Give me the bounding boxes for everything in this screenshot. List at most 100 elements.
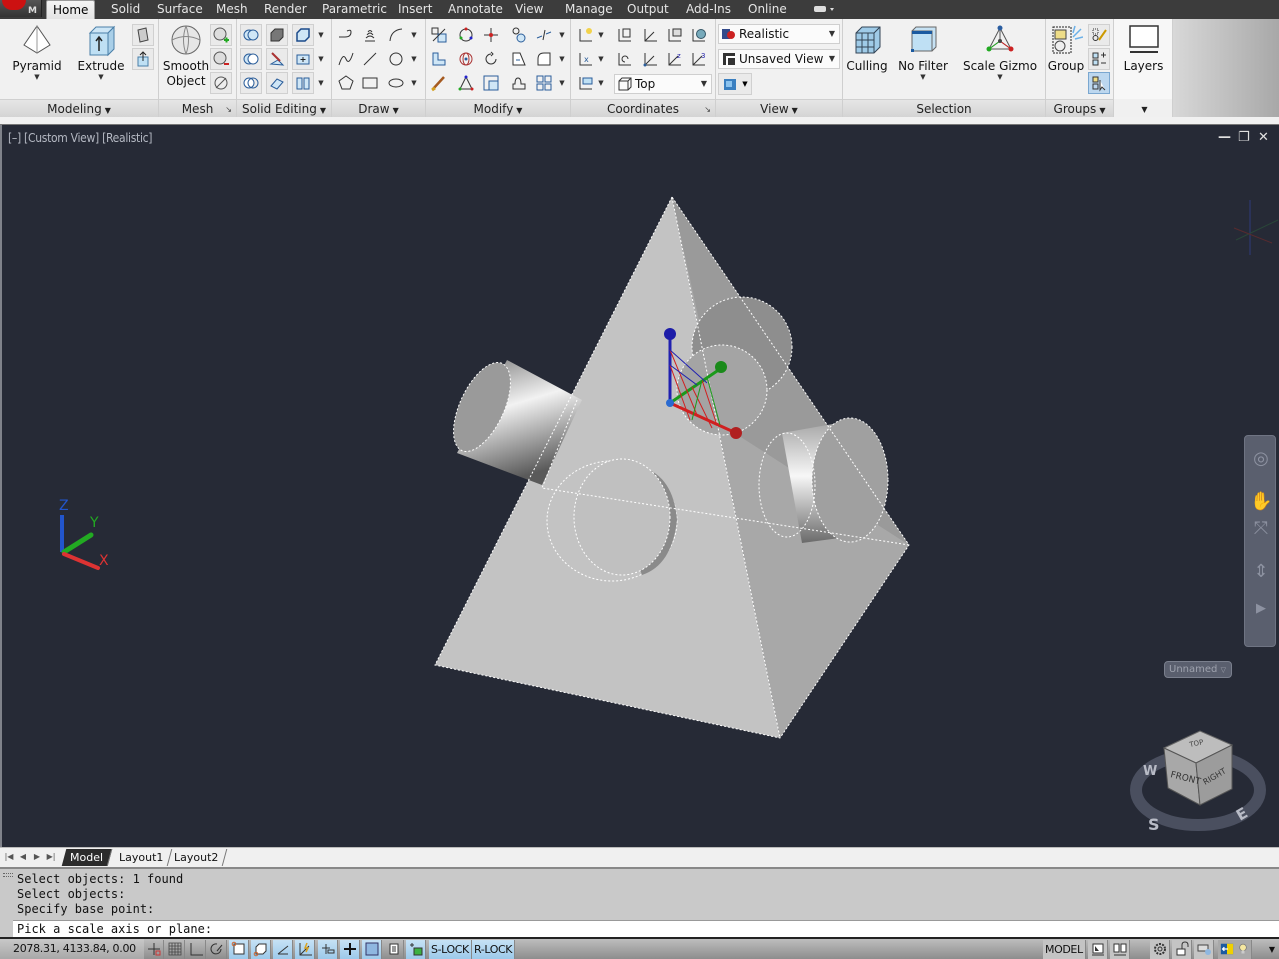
ucs-origin-button[interactable] xyxy=(640,48,662,70)
offset-button[interactable] xyxy=(480,72,502,94)
tab-insert[interactable]: Insert xyxy=(392,0,438,19)
3d-rotate-button[interactable] xyxy=(455,24,477,46)
ucs-previous-button[interactable] xyxy=(614,48,636,70)
workspace-switching-button[interactable] xyxy=(1150,940,1170,959)
tab-mesh[interactable]: Mesh xyxy=(210,0,254,19)
chevron-down-icon[interactable]: ▼ xyxy=(410,24,418,46)
rotate-button[interactable] xyxy=(480,48,502,70)
next-tab-button[interactable]: ▶ xyxy=(32,851,42,863)
quick-properties-toggle[interactable] xyxy=(384,940,404,959)
panel-title-modify[interactable]: Modify ▼ xyxy=(426,99,570,117)
hardware-acceleration-button[interactable] xyxy=(1194,940,1214,959)
scale-gizmo-button[interactable]: Scale Gizmo ▼ xyxy=(961,23,1039,81)
visual-style-dropdown[interactable]: Realistic ▼ xyxy=(718,24,840,44)
command-line-grip[interactable] xyxy=(3,873,13,877)
pyramid-solid[interactable] xyxy=(434,196,910,739)
3d-object-snap-toggle[interactable] xyxy=(251,940,271,959)
panel-title-modeling[interactable]: Modeling ▼ xyxy=(0,99,158,117)
panel-title-groups[interactable]: Groups ▼ xyxy=(1046,99,1113,117)
circle-button[interactable] xyxy=(385,48,407,70)
3d-scale-button[interactable] xyxy=(455,72,477,94)
panel-title-solid-editing[interactable]: Solid Editing ▼ xyxy=(237,99,331,117)
ucs-face-button[interactable] xyxy=(575,72,597,94)
steering-wheel-icon[interactable]: ◎ xyxy=(1250,448,1272,472)
3d-scene[interactable]: Z Y X TOP FRONT RIGHT W S E xyxy=(2,125,1279,847)
rectangle-button[interactable] xyxy=(359,72,381,94)
viewport-minimize-button[interactable]: — xyxy=(1218,131,1231,145)
panel-title-mesh[interactable]: Mesh ↘ xyxy=(159,99,236,117)
tab-solid[interactable]: Solid xyxy=(105,0,146,19)
viewcube[interactable]: TOP FRONT RIGHT W S E xyxy=(1130,730,1266,834)
layout-tab-model[interactable]: Model xyxy=(61,849,113,866)
object-snap-tracking-toggle[interactable] xyxy=(273,940,293,959)
transparency-toggle[interactable] xyxy=(362,940,382,959)
spline-button[interactable] xyxy=(335,48,357,70)
infer-constraints-toggle[interactable] xyxy=(144,940,164,959)
group-selection-toggle[interactable] xyxy=(1088,72,1110,94)
tab-annotate[interactable]: Annotate xyxy=(442,0,509,19)
layout-tab-layout1[interactable]: Layout1 xyxy=(110,849,173,866)
chamfer-button[interactable] xyxy=(508,48,530,70)
ucs-view-dropdown[interactable]: Top ▼ xyxy=(614,74,712,94)
tab-view[interactable]: View xyxy=(509,0,549,19)
chevron-down-icon[interactable]: ▼ xyxy=(410,72,418,94)
s-lock-toggle[interactable]: S-LOCK xyxy=(429,940,472,959)
slice-button[interactable] xyxy=(266,48,288,70)
chevron-down-icon[interactable]: ▼ xyxy=(317,48,325,70)
chevron-down-icon[interactable]: ▼ xyxy=(317,24,325,46)
ucs-3point-button[interactable]: 3 xyxy=(688,48,710,70)
quick-view-layouts-button[interactable] xyxy=(1088,940,1108,959)
3d-align-button[interactable] xyxy=(508,24,530,46)
chevron-down-icon[interactable]: ▼ xyxy=(410,48,418,70)
match-properties-button[interactable] xyxy=(428,72,450,94)
panel-title-draw[interactable]: Draw ▼ xyxy=(332,99,425,117)
imprint-button[interactable] xyxy=(266,72,288,94)
viewport-close-button[interactable]: ✕ xyxy=(1258,131,1269,145)
dynamic-input-toggle[interactable] xyxy=(318,940,338,959)
chevron-down-icon[interactable]: ▼ xyxy=(317,72,325,94)
extrude-button[interactable]: Extrude ▼ xyxy=(74,23,128,81)
layout-tab-layout2[interactable]: Layout2 xyxy=(165,849,228,866)
solid-edit-box-button[interactable] xyxy=(266,24,288,46)
scale-button[interactable] xyxy=(428,24,450,46)
chevron-down-icon[interactable]: ▼ xyxy=(558,24,566,46)
grid-display-toggle[interactable] xyxy=(165,940,185,959)
smooth-less-button[interactable] xyxy=(210,48,232,70)
r-lock-toggle[interactable]: R-LOCK xyxy=(472,940,516,959)
3d-move-button[interactable] xyxy=(480,24,502,46)
group-button[interactable]: Group xyxy=(1046,23,1086,74)
orbit-icon[interactable]: ⇕ xyxy=(1250,561,1272,585)
no-filter-button[interactable]: No Filter ▼ xyxy=(895,23,951,81)
zoom-extents-icon[interactable]: ⤧ xyxy=(1250,518,1272,542)
first-tab-button[interactable]: |◀ xyxy=(4,851,14,863)
viewport-restore-button[interactable]: ❐ xyxy=(1238,131,1250,145)
showmotion-icon[interactable]: ▶ xyxy=(1250,601,1272,625)
tab-manage[interactable]: Manage xyxy=(559,0,619,19)
ucs-z-axis-button[interactable]: z xyxy=(664,48,686,70)
polysolid-button[interactable] xyxy=(132,24,154,46)
quick-view-drawings-button[interactable] xyxy=(1110,940,1130,959)
smooth-more-button[interactable] xyxy=(210,24,232,46)
viewport-config-button[interactable]: ▼ xyxy=(718,73,752,95)
line-button[interactable] xyxy=(359,48,381,70)
refine-mesh-button[interactable] xyxy=(210,72,232,94)
gizmo-origin-handle[interactable] xyxy=(666,399,674,407)
panel-title-layers[interactable]: ▼ xyxy=(1114,99,1172,117)
isolate-objects-button[interactable] xyxy=(1218,940,1252,959)
polar-tracking-toggle[interactable] xyxy=(207,940,227,959)
tab-render[interactable]: Render xyxy=(258,0,313,19)
extract-edges-button[interactable] xyxy=(292,24,314,46)
ortho-mode-toggle[interactable] xyxy=(186,940,206,959)
show-lineweight-toggle[interactable] xyxy=(340,940,360,959)
panel-title-view[interactable]: View ▼ xyxy=(716,99,842,117)
viewport-controls-label[interactable]: [–] [Custom View] [Realistic] xyxy=(8,131,153,145)
arc-button[interactable] xyxy=(385,24,407,46)
chevron-down-icon[interactable]: ▼ xyxy=(558,48,566,70)
ucs-view-button[interactable] xyxy=(664,24,686,46)
ellipse-button[interactable] xyxy=(385,72,407,94)
ucs-world-button[interactable] xyxy=(640,24,662,46)
tab-parametric[interactable]: Parametric xyxy=(316,0,393,19)
presspull-button[interactable] xyxy=(132,48,154,70)
gizmo-x-handle[interactable] xyxy=(730,427,742,439)
chevron-down-icon[interactable]: ▼ xyxy=(558,72,566,94)
